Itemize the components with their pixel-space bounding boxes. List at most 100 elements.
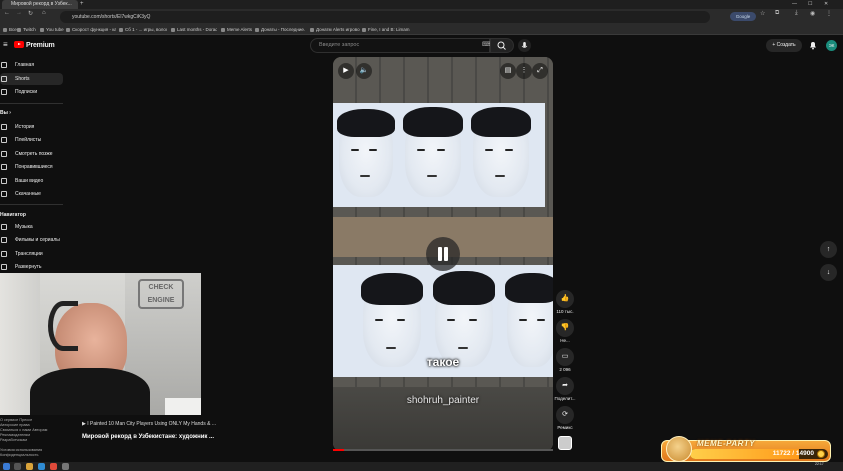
portrait-eye	[375, 319, 383, 321]
file-explorer-icon[interactable]	[26, 463, 33, 470]
bookmark-item[interactable]: Meme Alerts	[221, 25, 252, 35]
menu-kebab-icon[interactable]: ⋮	[826, 10, 832, 17]
window-close-icon[interactable]: ✕	[824, 0, 828, 9]
bookmark-item[interactable]: Все	[3, 25, 17, 35]
sidebar-divider	[0, 204, 63, 205]
sidebar-item-subscriptions[interactable]: Подписки	[0, 86, 63, 98]
footer-link[interactable]: Разработчикам	[0, 438, 27, 442]
next-video-row[interactable]: ▶ I Painted 10 Man City Players Using ON…	[82, 421, 216, 427]
footer-link[interactable]: Рекламодателям	[0, 433, 30, 437]
sidebar-item-label: Понравившиеся	[15, 164, 53, 170]
sidebar-item-label: Фильмы и сериалы	[15, 237, 60, 243]
sidebar-section-you[interactable]: Вы ›	[0, 110, 11, 116]
start-icon[interactable]	[3, 463, 10, 470]
bookmark-item[interactable]: Сб 1 - ... игры, волос...	[119, 25, 167, 35]
portrait-hair	[361, 273, 423, 305]
window-minimize-icon[interactable]: —	[792, 0, 797, 9]
bookmark-item[interactable]: Twitch	[17, 25, 36, 35]
footer-link[interactable]: О сервисе Прессе	[0, 418, 32, 422]
more-options-icon[interactable]: ⋮	[516, 63, 532, 79]
previous-short-button[interactable]: ↑	[820, 241, 837, 258]
taskbar-search-icon[interactable]	[14, 463, 21, 470]
sidebar-item-live[interactable]: Трансляции	[0, 248, 63, 260]
sound-thumbnail[interactable]	[558, 436, 572, 450]
reload-icon[interactable]: ↻	[28, 10, 33, 17]
notifications-bell-icon[interactable]	[808, 40, 818, 50]
avatar[interactable]: ЭК	[826, 40, 837, 51]
window-maximize-icon[interactable]: ☐	[808, 0, 812, 9]
url-bar[interactable]: youtube.com/shorts/El7wkgCiK3yQ	[60, 11, 710, 23]
sidebar-item-movies[interactable]: Фильмы и сериалы	[0, 234, 63, 246]
bookmark-item[interactable]: Fine, I and B: Limam...	[362, 25, 410, 35]
profile-icon[interactable]: ◉	[810, 10, 815, 17]
sidebar-item-label: Плейлисты	[15, 137, 42, 143]
like-icon	[1, 164, 7, 170]
voice-search-button[interactable]	[518, 39, 531, 52]
portrait-mouth	[495, 175, 505, 177]
sidebar-item-home[interactable]: Главная	[0, 59, 63, 71]
like-count: 110 тыс.	[556, 309, 574, 314]
sidebar-item-your-videos[interactable]: Ваши видео	[0, 175, 63, 187]
search-input[interactable]: Введите запрос	[310, 38, 490, 53]
meme-party-title: MEME-PARTY	[697, 439, 756, 448]
back-icon[interactable]: ←	[4, 10, 10, 16]
sidebar-item-label: Музыка	[15, 224, 33, 230]
bookmark-item[interactable]: Скорост функция - кап...	[66, 25, 116, 35]
extensions-icon[interactable]: ⧉	[775, 10, 779, 17]
home-browser-icon[interactable]: ⌂	[42, 10, 46, 16]
sidebar-item-history[interactable]: История	[0, 121, 63, 133]
chrome-icon[interactable]	[50, 463, 57, 470]
bookmark-item[interactable]: You tube	[40, 25, 64, 35]
like-button[interactable]: 👍	[556, 290, 574, 308]
forward-icon[interactable]: →	[16, 10, 22, 16]
bookmark-star-icon[interactable]: ☆	[760, 10, 765, 17]
next-short-button[interactable]: ↓	[820, 264, 837, 281]
sidebar-item-shorts[interactable]: Shorts	[0, 73, 63, 85]
play-pause-small-button[interactable]: ▶	[338, 63, 354, 79]
sidebar-section-navigator: Навигатор	[0, 212, 26, 218]
footer-link[interactable]: Условия использования	[0, 448, 42, 452]
footer-link[interactable]: Авторские права	[0, 423, 30, 427]
google-profile-chip[interactable]: Google	[730, 12, 756, 21]
sidebar-item-watch-later[interactable]: Смотреть позже	[0, 148, 63, 160]
share-label: Поделит...	[554, 396, 576, 401]
create-button[interactable]: + Создать	[766, 39, 802, 52]
bookmark-item[interactable]: Донаты - Последние...	[255, 25, 305, 35]
sidebar-item-expand[interactable]: Развернуть	[0, 261, 63, 273]
browser-tab-active[interactable]: Мировой рекорд в Узбек...	[2, 0, 78, 9]
download-browser-icon[interactable]: ⤓	[795, 10, 798, 17]
sidebar-item-playlists[interactable]: Плейлисты	[0, 134, 63, 146]
sidebar-item-downloads[interactable]: Скачанные	[0, 188, 63, 200]
doge-icon	[666, 436, 692, 462]
sidebar-item-liked[interactable]: Понравившиеся	[0, 161, 63, 173]
footer-link[interactable]: Связаться с нами Авторам	[0, 428, 47, 432]
pause-button[interactable]	[426, 237, 460, 271]
fullscreen-icon[interactable]: ⤢	[532, 63, 548, 79]
remix-button[interactable]: ⟳	[556, 406, 574, 424]
sidebar-item-music[interactable]: Музыка	[0, 221, 63, 233]
chevron-right-icon: ›	[9, 110, 11, 116]
arrow-down-icon: ↓	[826, 269, 831, 276]
new-tab-button[interactable]: +	[80, 0, 84, 9]
comment-button[interactable]: ▭	[556, 348, 574, 366]
share-button[interactable]: ➦	[556, 377, 574, 395]
history-icon	[1, 124, 7, 130]
taskbar-app-icon[interactable]	[38, 463, 45, 470]
portrait-eye	[397, 319, 405, 321]
search-button[interactable]	[490, 38, 514, 53]
video-progress-bar[interactable]	[333, 449, 553, 451]
hamburger-menu-icon[interactable]: ≡	[3, 40, 8, 49]
sidebar-item-label: Главная	[15, 62, 35, 68]
captions-icon[interactable]: ▤	[500, 63, 516, 79]
portrait-hair	[505, 273, 553, 303]
bookmark-item[interactable]: Донатм Alerts игрово...	[310, 25, 360, 35]
footer-link[interactable]: Конфиденциальность	[0, 453, 39, 457]
taskbar-app-icon[interactable]	[62, 463, 69, 470]
dislike-button[interactable]: 👎	[556, 319, 574, 337]
current-video-title[interactable]: Мировой рекорд в Узбекистане: художник .…	[82, 434, 214, 440]
url-text: youtube.com/shorts/El7wkgCiK3yQ	[72, 14, 151, 20]
volume-icon[interactable]: 🔈	[356, 63, 372, 79]
movies-icon	[1, 237, 7, 243]
youtube-logo[interactable]: Premium	[14, 41, 55, 49]
bookmark-item[interactable]: Last months - Dorado...	[171, 25, 217, 35]
